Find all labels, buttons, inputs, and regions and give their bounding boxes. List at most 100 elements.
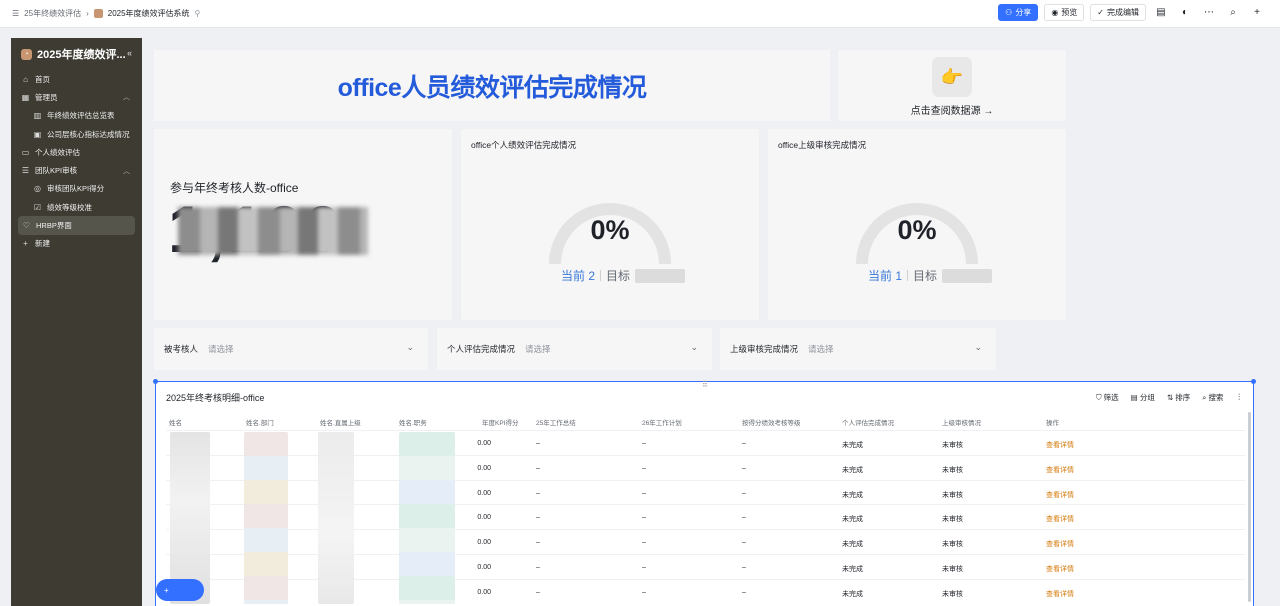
chevron-down-icon: ⌄ xyxy=(974,342,982,352)
sidebar-item-calibration[interactable]: ☑ 绩效等级校准 xyxy=(11,198,142,216)
column-header[interactable]: 年度KPI得分 xyxy=(482,417,518,427)
data-source-link[interactable]: 点击查阅数据源 → xyxy=(838,102,1066,117)
plan-cell: – xyxy=(642,514,646,522)
grade-cell: – xyxy=(742,514,746,522)
plan-cell: – xyxy=(642,564,646,571)
column-header[interactable]: 姓名.职务 xyxy=(399,417,427,427)
sidebar-item-home[interactable]: ⌂ 首页 xyxy=(11,70,142,88)
gauge-percent: 0% xyxy=(897,215,937,245)
scrollbar[interactable] xyxy=(1248,412,1251,602)
sidebar-item-hrbp[interactable]: ♡ HRBP界面 xyxy=(18,216,135,235)
column-header[interactable]: 姓名.直属上级 xyxy=(320,417,361,427)
column-header[interactable]: 个人评估完成情况 xyxy=(842,417,894,427)
pin-icon[interactable]: ⚲ xyxy=(195,9,201,18)
sidebar-item-admin[interactable]: ▦ 管理员 ︿ xyxy=(11,88,142,106)
kpi-score-cell: 0.00 xyxy=(477,539,491,547)
drag-handle-icon[interactable]: ⠿ xyxy=(702,380,708,389)
sidebar-item-personal-eval[interactable]: ▭ 个人绩效评估 xyxy=(11,143,142,161)
grade-cell: – xyxy=(742,464,746,472)
filter-review-status[interactable]: 上级审核完成情况 请选择 ⌄ xyxy=(720,328,996,370)
sidebar-item-overview[interactable]: ▥ 年终绩效评估总览表 xyxy=(11,107,142,125)
filter-self-eval-status[interactable]: 个人评估完成情况 请选择 ⌄ xyxy=(437,328,712,370)
gauge-footer: 当前 1 目标 xyxy=(868,267,993,284)
filter-label: 被考核人 xyxy=(164,344,199,354)
more-icon[interactable]: ⋯ xyxy=(1200,3,1218,21)
more-icon[interactable]: ⋮ xyxy=(1236,392,1244,403)
review-status-cell: 未审核 xyxy=(942,442,963,449)
filter-assessee[interactable]: 被考核人 请选择 ⌄ xyxy=(154,328,428,370)
pointing-hand-icon: 👉 xyxy=(932,57,972,97)
self-eval-status-cell: 未完成 xyxy=(842,541,863,549)
search-button[interactable]: ⌕ 搜索 xyxy=(1202,392,1223,403)
summary-cell: – xyxy=(536,489,540,497)
data-source-card[interactable]: 👉 点击查阅数据源 → xyxy=(838,50,1066,121)
share-button[interactable]: ⚇ 分享 xyxy=(998,3,1039,21)
gauge-target: 目标 xyxy=(913,269,938,283)
view-details-link[interactable]: 查看详情 xyxy=(1046,465,1074,475)
sidebar-item-review-kpi[interactable]: ◎ 审核团队KPI得分 xyxy=(11,180,142,198)
gauge-card-personal: office个人绩效评估完成情况 0% 当前 2 目标 xyxy=(461,129,759,320)
grid-icon: ▦ xyxy=(21,92,30,102)
self-eval-status-cell: 未完成 xyxy=(842,516,863,524)
filter-button[interactable]: ⛉ 筛选 xyxy=(1096,392,1119,403)
chevron-up-icon: ︿ xyxy=(123,94,130,102)
list-icon: ☰ xyxy=(21,166,30,176)
sidebar-item-core-metrics[interactable]: ▣ 公司层核心指标达成情况 xyxy=(11,125,142,143)
theme-icon[interactable]: ◐ xyxy=(1176,3,1194,21)
dashboard-title-card: office人员绩效评估完成情况 xyxy=(154,50,830,121)
chevron-down-icon: ⌄ xyxy=(406,342,414,352)
kpi-score-cell: 0.00 xyxy=(477,588,491,596)
view-details-link[interactable]: 查看详情 xyxy=(1046,440,1074,450)
filter-label: 上级审核完成情况 xyxy=(730,344,799,354)
column-header[interactable]: 26年工作计划 xyxy=(642,417,682,427)
gauge-card-supervisor: office上级审核完成情况 0% 当前 1 目标 xyxy=(768,129,1066,320)
menu-toggle-icon[interactable]: ☰ xyxy=(12,9,19,18)
view-details-link[interactable]: 查看详情 xyxy=(1046,490,1074,500)
finish-edit-button[interactable]: ✓ 完成编辑 xyxy=(1090,3,1146,21)
redaction-mosaic xyxy=(244,432,288,604)
redaction-mosaic xyxy=(178,207,368,255)
plus-icon: + xyxy=(164,585,169,595)
user-add-icon: ⚇ xyxy=(1005,7,1013,17)
column-header[interactable]: 按得分绩效考核等级 xyxy=(742,417,801,427)
collapse-icon[interactable]: « xyxy=(127,48,132,58)
column-header[interactable]: 上级审核情况 xyxy=(942,417,981,427)
summary-cell: – xyxy=(536,564,540,571)
sidebar-item-new[interactable]: + 新建 xyxy=(11,235,142,253)
kpi-score-cell: 0.00 xyxy=(477,564,491,571)
review-status-cell: 未审核 xyxy=(942,491,963,499)
gauge-current: 当前 1 xyxy=(868,269,903,283)
add-record-button[interactable]: + xyxy=(156,579,204,601)
gauge-footer: 当前 2 目标 xyxy=(561,267,686,284)
plan-cell: – xyxy=(642,440,646,447)
filter-placeholder: 请选择 xyxy=(808,344,834,354)
view-details-link[interactable]: 查看详情 xyxy=(1046,514,1074,524)
document-icon[interactable]: ▤ xyxy=(1152,3,1170,21)
top-bar: ☰ 25年终绩效评估 › 2025年度绩效评估系统 ⚲ ⚇ 分享 ◉ 预览 ✓ 完成编… xyxy=(0,0,1280,28)
sidebar-item-team-kpi[interactable]: ☰ 团队KPI审核 ︿ xyxy=(11,161,142,179)
view-details-link[interactable]: 查看详情 xyxy=(1046,564,1074,574)
column-header[interactable]: 25年工作总结 xyxy=(536,417,576,427)
gauge-target: 目标 xyxy=(606,269,631,283)
column-header[interactable]: 操作 xyxy=(1046,417,1059,427)
filter-placeholder: 请选择 xyxy=(208,344,234,354)
review-status-cell: 未审核 xyxy=(942,566,963,573)
table-header: 姓名 姓名.部门 姓名.直属上级 姓名.职务 年度KPI得分 25年工作总结 2… xyxy=(156,412,1255,428)
search-icon[interactable]: ⌕ xyxy=(1224,3,1242,21)
sort-button[interactable]: ⇅ 排序 xyxy=(1167,392,1190,403)
redaction-mosaic xyxy=(942,268,993,283)
resize-handle[interactable] xyxy=(153,379,158,384)
resize-handle[interactable] xyxy=(1251,379,1256,384)
add-icon[interactable]: + xyxy=(1248,3,1266,21)
breadcrumb-root[interactable]: 25年终绩效评估 xyxy=(24,8,81,19)
view-details-link[interactable]: 查看详情 xyxy=(1046,589,1074,599)
eye-icon: ◎ xyxy=(34,184,41,194)
preview-button[interactable]: ◉ 预览 xyxy=(1044,3,1085,21)
breadcrumb-current[interactable]: 2025年度绩效评估系统 xyxy=(108,8,190,19)
gauge-percent: 0% xyxy=(590,215,630,245)
view-details-link[interactable]: 查看详情 xyxy=(1046,539,1074,549)
plan-cell: – xyxy=(642,489,646,497)
column-header[interactable]: 姓名.部门 xyxy=(246,417,274,427)
group-button[interactable]: ▤ 分组 xyxy=(1131,392,1155,403)
column-header[interactable]: 姓名 xyxy=(169,417,182,427)
